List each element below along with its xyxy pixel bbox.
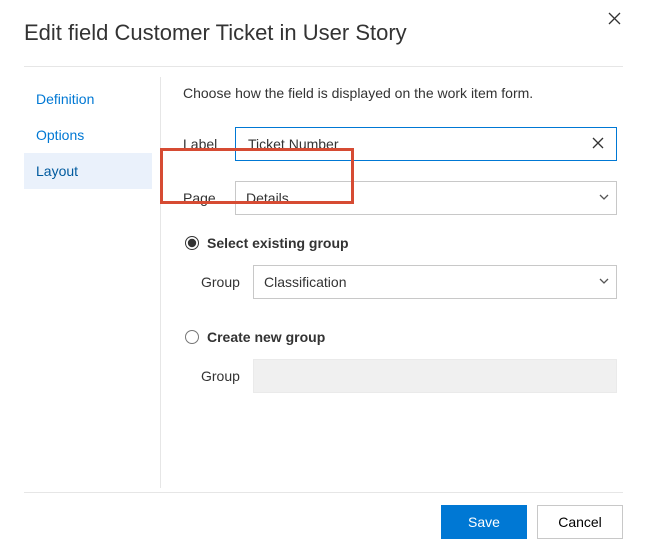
label-input-wrapper[interactable]	[235, 127, 617, 161]
tab-layout[interactable]: Layout	[24, 153, 152, 189]
radio-existing-label: Select existing group	[207, 235, 349, 251]
radio-existing-group[interactable]	[185, 236, 199, 250]
instruction-text: Choose how the field is displayed on the…	[183, 85, 617, 101]
dialog-title: Edit field Customer Ticket in User Story	[24, 20, 606, 46]
radio-new-group[interactable]	[185, 330, 199, 344]
close-icon[interactable]	[606, 12, 623, 29]
dialog-footer: Save Cancel	[24, 493, 623, 557]
group-caption: Group	[201, 274, 253, 290]
page-select[interactable]: Details	[235, 181, 617, 215]
tab-definition[interactable]: Definition	[24, 81, 152, 117]
layout-panel: Choose how the field is displayed on the…	[161, 77, 623, 488]
save-button[interactable]: Save	[441, 505, 527, 539]
tab-options[interactable]: Options	[24, 117, 152, 153]
edit-field-dialog: Edit field Customer Ticket in User Story…	[0, 0, 647, 557]
chevron-down-icon	[598, 190, 610, 206]
group-select[interactable]: Classification	[253, 265, 617, 299]
divider	[24, 66, 623, 67]
clear-icon[interactable]	[588, 136, 608, 153]
group-select-value: Classification	[264, 274, 598, 290]
page-select-value: Details	[246, 190, 598, 206]
new-group-caption: Group	[201, 368, 253, 384]
cancel-button[interactable]: Cancel	[537, 505, 623, 539]
label-input[interactable]	[246, 135, 588, 153]
radio-new-label: Create new group	[207, 329, 325, 345]
label-caption: Label	[183, 136, 235, 152]
page-caption: Page	[183, 190, 235, 206]
chevron-down-icon	[598, 274, 610, 290]
new-group-input	[253, 359, 617, 393]
sidebar: Definition Options Layout	[24, 77, 152, 488]
